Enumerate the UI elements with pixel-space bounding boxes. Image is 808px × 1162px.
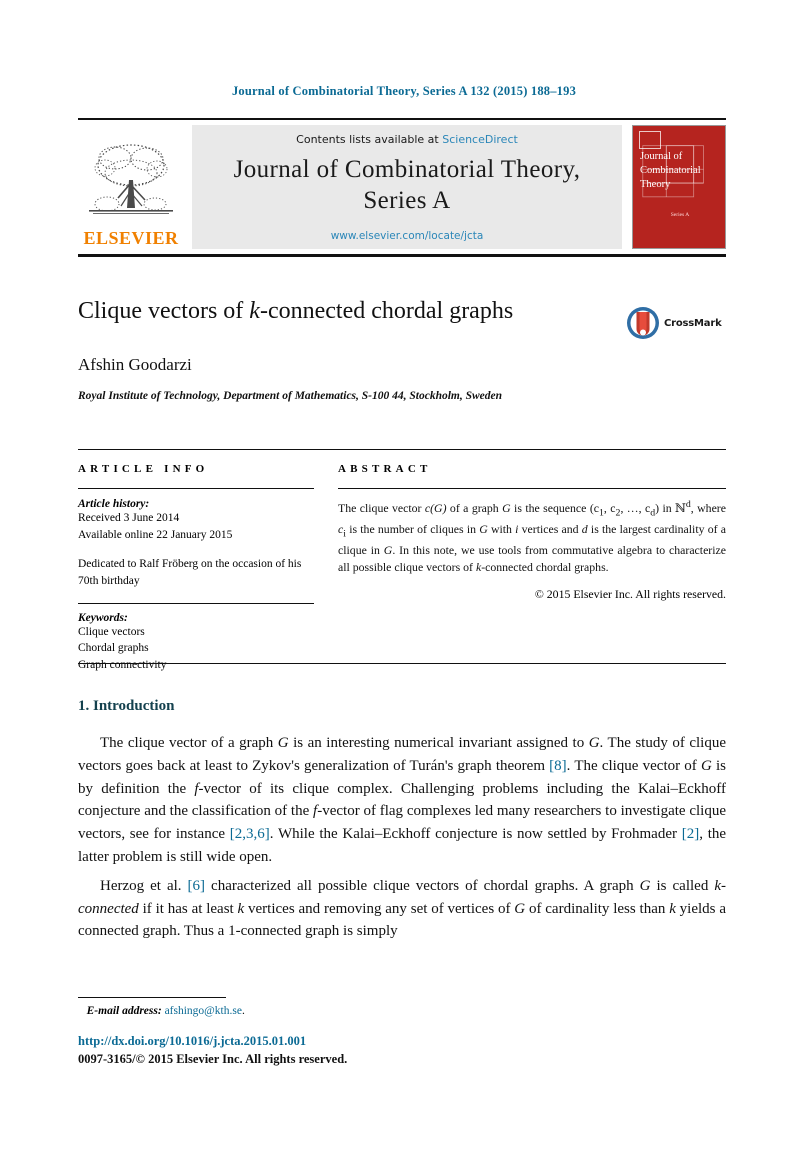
p2-s3: is called — [650, 877, 715, 894]
abs-s10: vertices and — [518, 521, 582, 536]
info-abstract-section: ARTICLE INFO Article history: Received 3… — [78, 463, 726, 674]
p1-g3: G — [700, 757, 712, 774]
p1-g2: G — [588, 735, 600, 751]
keywords-label: Keywords: — [78, 611, 128, 624]
running-head: Journal of Combinatorial Theory, Series … — [231, 84, 577, 98]
footnote-rule — [78, 997, 226, 998]
doi-link[interactable]: http://dx.doi.org/10.1016/j.jcta.2015.01… — [78, 1032, 678, 1050]
abs-s8: is the number of cliques in — [345, 521, 480, 536]
journal-name-line1: Journal of Combinatorial Theory, — [233, 156, 581, 183]
page-footer: http://dx.doi.org/10.1016/j.jcta.2015.01… — [78, 1032, 678, 1068]
author-affiliation: Royal Institute of Technology, Departmen… — [78, 389, 503, 402]
elsevier-logo: ELSEVIER — [78, 125, 184, 249]
article-history-label: Article history: — [78, 498, 150, 510]
abstract-text: The clique vector c(G) of a graph G is t… — [338, 498, 726, 576]
cover-title-line3: Theory — [640, 179, 671, 191]
abs-s5: , …, c — [620, 500, 651, 515]
title-block: Clique vectors of k-connected chordal gr… — [78, 297, 726, 404]
abs-g1: G — [502, 500, 511, 515]
cover-subtitle: Series A — [670, 212, 690, 218]
paper-page: Journal of Combinatorial Theory, Series … — [0, 0, 808, 1162]
email-address-label: E-mail address: — [86, 1005, 162, 1017]
article-info-heading: ARTICLE INFO — [78, 463, 209, 475]
abs-s13: -connected chordal graphs. — [481, 559, 609, 574]
contents-prefix: Contents lists available at — [296, 133, 443, 146]
abs-s3: is the sequence (c — [510, 500, 599, 515]
title-italic-k: k — [249, 298, 260, 324]
masthead-bottom-rule — [78, 254, 726, 257]
keyword-item: Chordal graphs — [78, 642, 149, 655]
abs-s6: ) in ℕ — [655, 500, 686, 515]
cover-title: Journal of Combinatorial Theory — [640, 150, 722, 193]
dedication-note: Dedicated to Ralf Fröberg on the occasio… — [78, 558, 302, 588]
journal-homepage-link[interactable]: www.elsevier.com/locate/jcta — [331, 230, 484, 242]
abs-g2: G — [479, 521, 488, 536]
journal-masthead: ELSEVIER Contents lists available at Sci… — [78, 118, 726, 257]
abs-s1: The clique vector — [338, 500, 425, 515]
abstract-copyright: © 2015 Elsevier Inc. All rights reserved… — [534, 587, 726, 602]
journal-name-line2: Series A — [363, 186, 451, 214]
journal-name: Journal of Combinatorial Theory, Series … — [234, 155, 581, 216]
abs-c-of-g: c(G) — [424, 500, 447, 515]
crossmark-icon — [627, 307, 659, 339]
issn-copyright-line: 0097-3165/© 2015 Elsevier Inc. All right… — [78, 1052, 348, 1067]
abstract-rule — [338, 488, 726, 489]
section-heading-introduction: 1. Introduction — [78, 698, 175, 714]
p1-g1: G — [277, 735, 289, 751]
body-content: 1. Introduction The clique vector of a g… — [78, 698, 726, 945]
abs-s9: with — [487, 521, 516, 536]
citation-link-6[interactable]: [6] — [188, 878, 206, 894]
citation-link-236[interactable]: [2,3,6] — [230, 826, 270, 842]
elsevier-tree-icon — [89, 144, 173, 214]
masthead-top-rule — [78, 118, 726, 120]
keyword-item: Graph connectivity — [78, 659, 167, 672]
abstract-heading: ABSTRACT — [338, 463, 432, 475]
footnote-email: E-mail address: afshingo@kth.se. — [78, 1005, 578, 1017]
p2-s2: characterized all possible clique vector… — [205, 877, 640, 894]
p2-k2: k — [669, 900, 676, 917]
title-prefix: Clique vectors of — [78, 298, 250, 324]
crossmark-label: CrossMark — [664, 317, 722, 329]
p2-s4: if it has at least — [138, 900, 238, 917]
cover-title-line1: Journal of — [640, 151, 683, 162]
cover-title-line2: Combinatorial — [640, 165, 701, 177]
p2-s1: Herzog et al. — [100, 877, 188, 894]
paragraph-2: Herzog et al. [6] characterized all poss… — [78, 875, 726, 943]
page-title: Clique vectors of k-connected chordal gr… — [78, 297, 618, 326]
article-info-column: ARTICLE INFO Article history: Received 3… — [78, 463, 330, 674]
keywords-rule — [78, 602, 314, 604]
journal-cover-thumbnail: Journal of Combinatorial Theory Series A — [632, 125, 726, 249]
author-name: Afshin Goodarzi — [78, 354, 192, 374]
cover-elsevier-mark-icon — [639, 131, 661, 149]
keyword-item: Clique vectors — [78, 625, 145, 638]
received-date: Received 3 June 2014 — [78, 512, 180, 524]
abs-s7: , where — [690, 500, 726, 515]
p2-g1: G — [639, 877, 651, 894]
citation-link-8[interactable]: [8] — [549, 758, 567, 774]
journal-title-box: Contents lists available at ScienceDirec… — [192, 125, 622, 249]
title-suffix: -connected chordal graphs — [259, 298, 514, 324]
email-link[interactable]: afshingo@kth.se — [165, 1005, 242, 1017]
sciencedirect-link[interactable]: ScienceDirect — [442, 133, 518, 146]
contents-available-line: Contents lists available at ScienceDirec… — [296, 133, 518, 146]
p1-s4: . The clique vector of — [566, 757, 701, 774]
abs-s2: of a graph — [446, 500, 503, 515]
divider-above-abstract — [78, 449, 726, 450]
crossmark-badge[interactable]: CrossMark — [626, 303, 726, 343]
paragraph-1: The clique vector of a graph G is an int… — [78, 732, 726, 869]
citation-link-2[interactable]: [2] — [682, 826, 700, 842]
p2-s5: vertices and removing any set of vertice… — [244, 900, 515, 917]
abstract-column: ABSTRACT The clique vector c(G) of a gra… — [330, 463, 726, 674]
abs-s4: , c — [603, 500, 616, 515]
p2-g2: G — [514, 900, 526, 917]
p1-s2: is an interesting numerical invariant as… — [288, 735, 589, 751]
divider-below-abstract — [78, 663, 726, 664]
p2-s6: of cardinality less than — [525, 900, 670, 917]
article-info-rule — [78, 488, 314, 489]
elsevier-wordmark: ELSEVIER — [83, 228, 179, 248]
p1-s1: The clique vector of a graph — [100, 735, 278, 751]
p1-s8: . While the Kalai–Eckhoff conjecture is … — [269, 826, 682, 843]
available-online-date: Available online 22 January 2015 — [78, 528, 233, 541]
email-period: . — [241, 1005, 245, 1017]
